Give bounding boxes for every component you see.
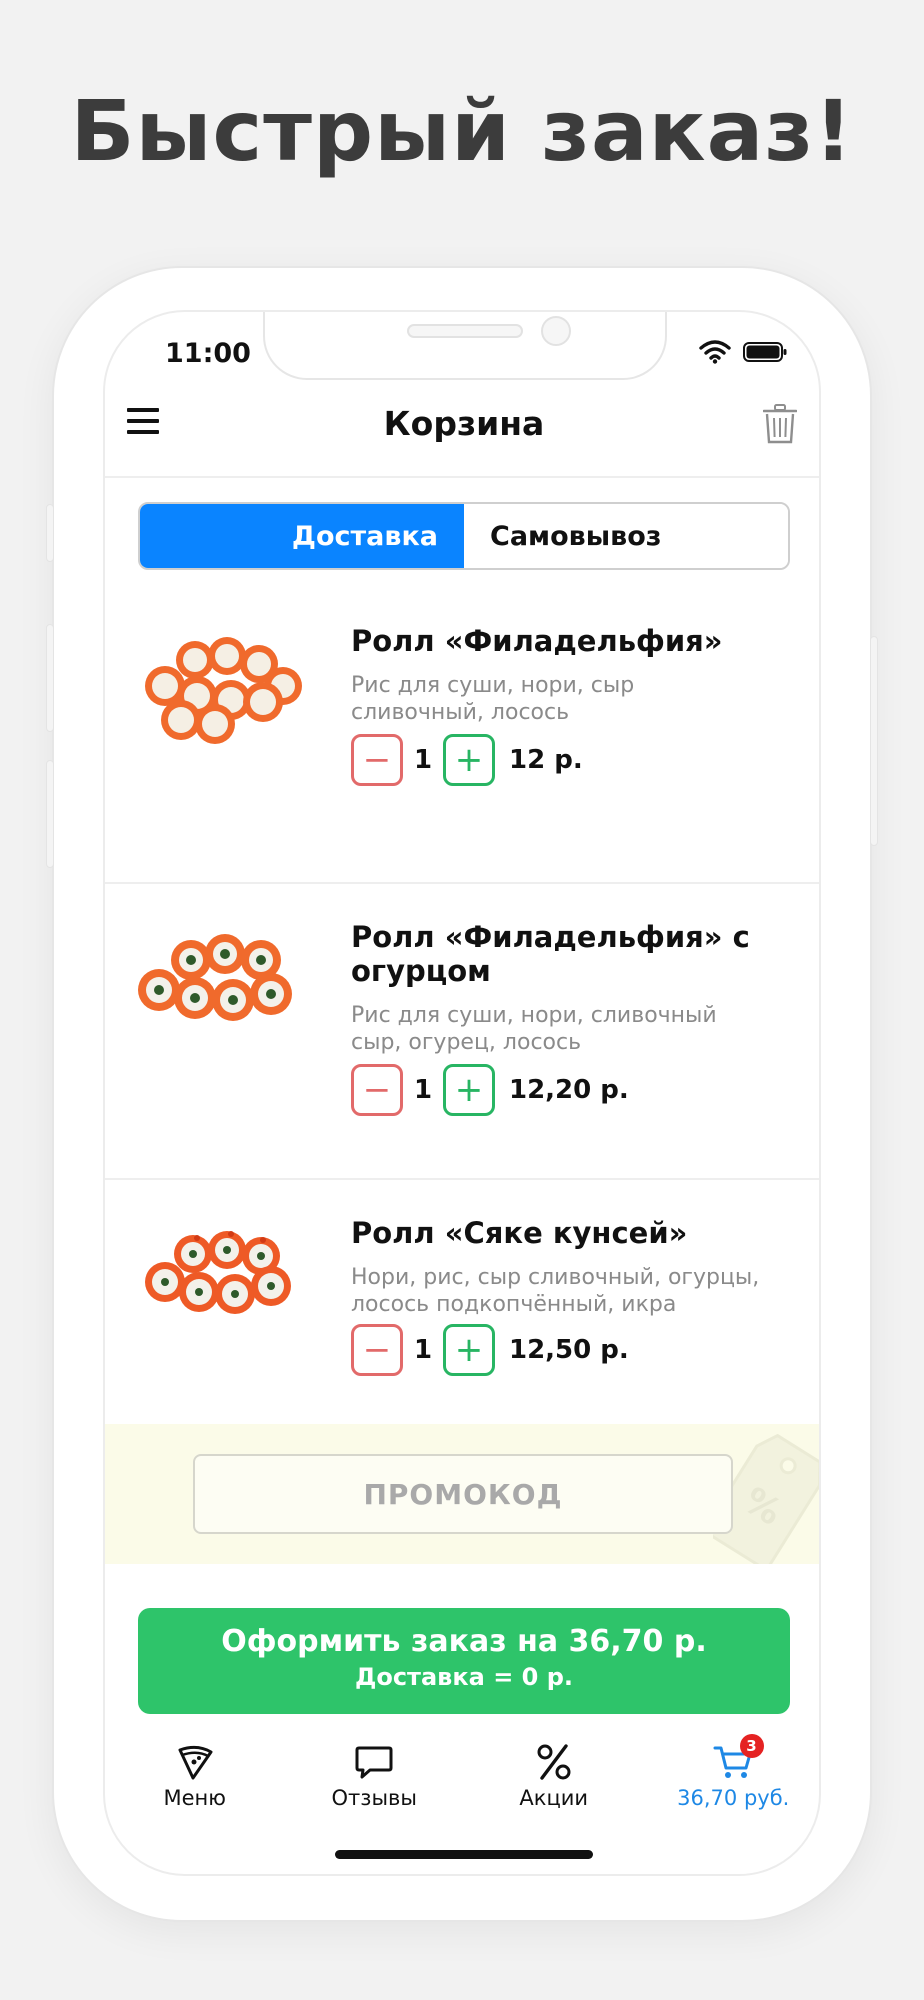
item-name: Ролл «Филадельфия» с огурцом bbox=[351, 920, 750, 988]
promo-headline: Быстрый заказ! bbox=[70, 82, 854, 180]
checkout-total-label: Оформить заказ на 36,70 р. bbox=[221, 1624, 707, 1659]
quantity-value: 1 bbox=[413, 1075, 433, 1105]
home-indicator[interactable] bbox=[335, 1850, 593, 1859]
pizza-slice-icon bbox=[178, 1745, 213, 1780]
cart-item: Ролл «Филадельфия» Рис для суши, нори, с… bbox=[105, 588, 819, 884]
phone-volume-down-button bbox=[46, 760, 54, 868]
trash-icon[interactable] bbox=[763, 404, 797, 444]
item-description: Рис для суши, нори, сливочный сыр, огуре… bbox=[351, 1003, 717, 1055]
page-title: Корзина bbox=[383, 404, 545, 443]
item-price: 12,20 р. bbox=[509, 1075, 629, 1105]
percent-icon bbox=[537, 1744, 571, 1780]
increase-quantity-button[interactable]: + bbox=[443, 1324, 495, 1376]
item-description: Рис для суши, нори, сыр сливочный, лосос… bbox=[351, 673, 635, 725]
delivery-tab[interactable]: Доставка bbox=[140, 504, 464, 568]
roll-photo bbox=[145, 637, 302, 744]
cart-item: Ролл «Сяке кунсей» Нори, рис, сыр сливоч… bbox=[105, 1180, 819, 1442]
bottom-tab-bar: Меню Отзывы Акции 3 36,70 руб. bbox=[105, 1732, 820, 1828]
item-name: Ролл «Филадельфия» bbox=[351, 624, 723, 658]
phone-screen: 11:00 Корзина Доставка Самовывоз Ролл «Ф… bbox=[103, 310, 821, 1876]
roll-photo bbox=[145, 1231, 291, 1314]
increase-quantity-button[interactable]: + bbox=[443, 1064, 495, 1116]
status-time: 11:00 bbox=[165, 338, 251, 369]
promo-code-section: % ПРОМОКОД bbox=[105, 1424, 819, 1564]
tab-reviews[interactable]: Отзывы bbox=[285, 1732, 465, 1828]
item-name: Ролл «Сяке кунсей» bbox=[351, 1216, 688, 1250]
decrease-quantity-button[interactable]: − bbox=[351, 734, 403, 786]
phone-power-button bbox=[870, 636, 878, 846]
tab-menu[interactable]: Меню bbox=[105, 1732, 285, 1828]
checkout-button[interactable]: Оформить заказ на 36,70 р. Доставка = 0 … bbox=[138, 1608, 790, 1714]
quantity-stepper: − 1 + 12,20 р. bbox=[351, 1064, 629, 1116]
cart-item: Ролл «Филадельфия» с огурцом Рис для суш… bbox=[105, 884, 819, 1180]
chat-bubble-icon bbox=[355, 1746, 393, 1779]
wifi-icon bbox=[699, 340, 731, 364]
decrease-quantity-button[interactable]: − bbox=[351, 1064, 403, 1116]
tab-cart[interactable]: 3 36,70 руб. bbox=[644, 1732, 820, 1828]
tab-promotions[interactable]: Акции bbox=[464, 1732, 644, 1828]
quantity-value: 1 bbox=[413, 1335, 433, 1365]
quantity-value: 1 bbox=[413, 745, 433, 775]
tab-label: Меню bbox=[163, 1786, 226, 1810]
cart-count-badge: 3 bbox=[739, 1734, 764, 1758]
cart-total-label: 36,70 руб. bbox=[677, 1786, 790, 1810]
quantity-stepper: − 1 + 12 р. bbox=[351, 734, 583, 786]
decrease-quantity-button[interactable]: − bbox=[351, 1324, 403, 1376]
pickup-tab[interactable]: Самовывоз bbox=[464, 504, 788, 568]
roll-photo bbox=[138, 934, 292, 1021]
navigation-bar: Корзина bbox=[105, 382, 819, 478]
tab-label: Отзывы bbox=[331, 1786, 417, 1810]
speaker-grille bbox=[407, 324, 523, 338]
increase-quantity-button[interactable]: + bbox=[443, 734, 495, 786]
phone-mute-switch bbox=[46, 504, 54, 562]
delivery-method-toggle: Доставка Самовывоз bbox=[138, 502, 790, 570]
item-price: 12,50 р. bbox=[509, 1335, 629, 1365]
quantity-stepper: − 1 + 12,50 р. bbox=[351, 1324, 629, 1376]
front-camera bbox=[541, 316, 571, 346]
item-price: 12 р. bbox=[509, 745, 583, 775]
promo-code-input[interactable]: ПРОМОКОД bbox=[193, 1454, 733, 1534]
delivery-cost-label: Доставка = 0 р. bbox=[354, 1663, 574, 1691]
tab-label: Акции bbox=[519, 1786, 589, 1810]
phone-volume-up-button bbox=[46, 624, 54, 732]
cart-items-list: Ролл «Филадельфия» Рис для суши, нори, с… bbox=[105, 588, 819, 1442]
phone-notch bbox=[263, 312, 667, 380]
battery-icon bbox=[743, 342, 787, 362]
item-description: Нори, рис, сыр сливочный, огурцы, лосось… bbox=[351, 1265, 760, 1317]
